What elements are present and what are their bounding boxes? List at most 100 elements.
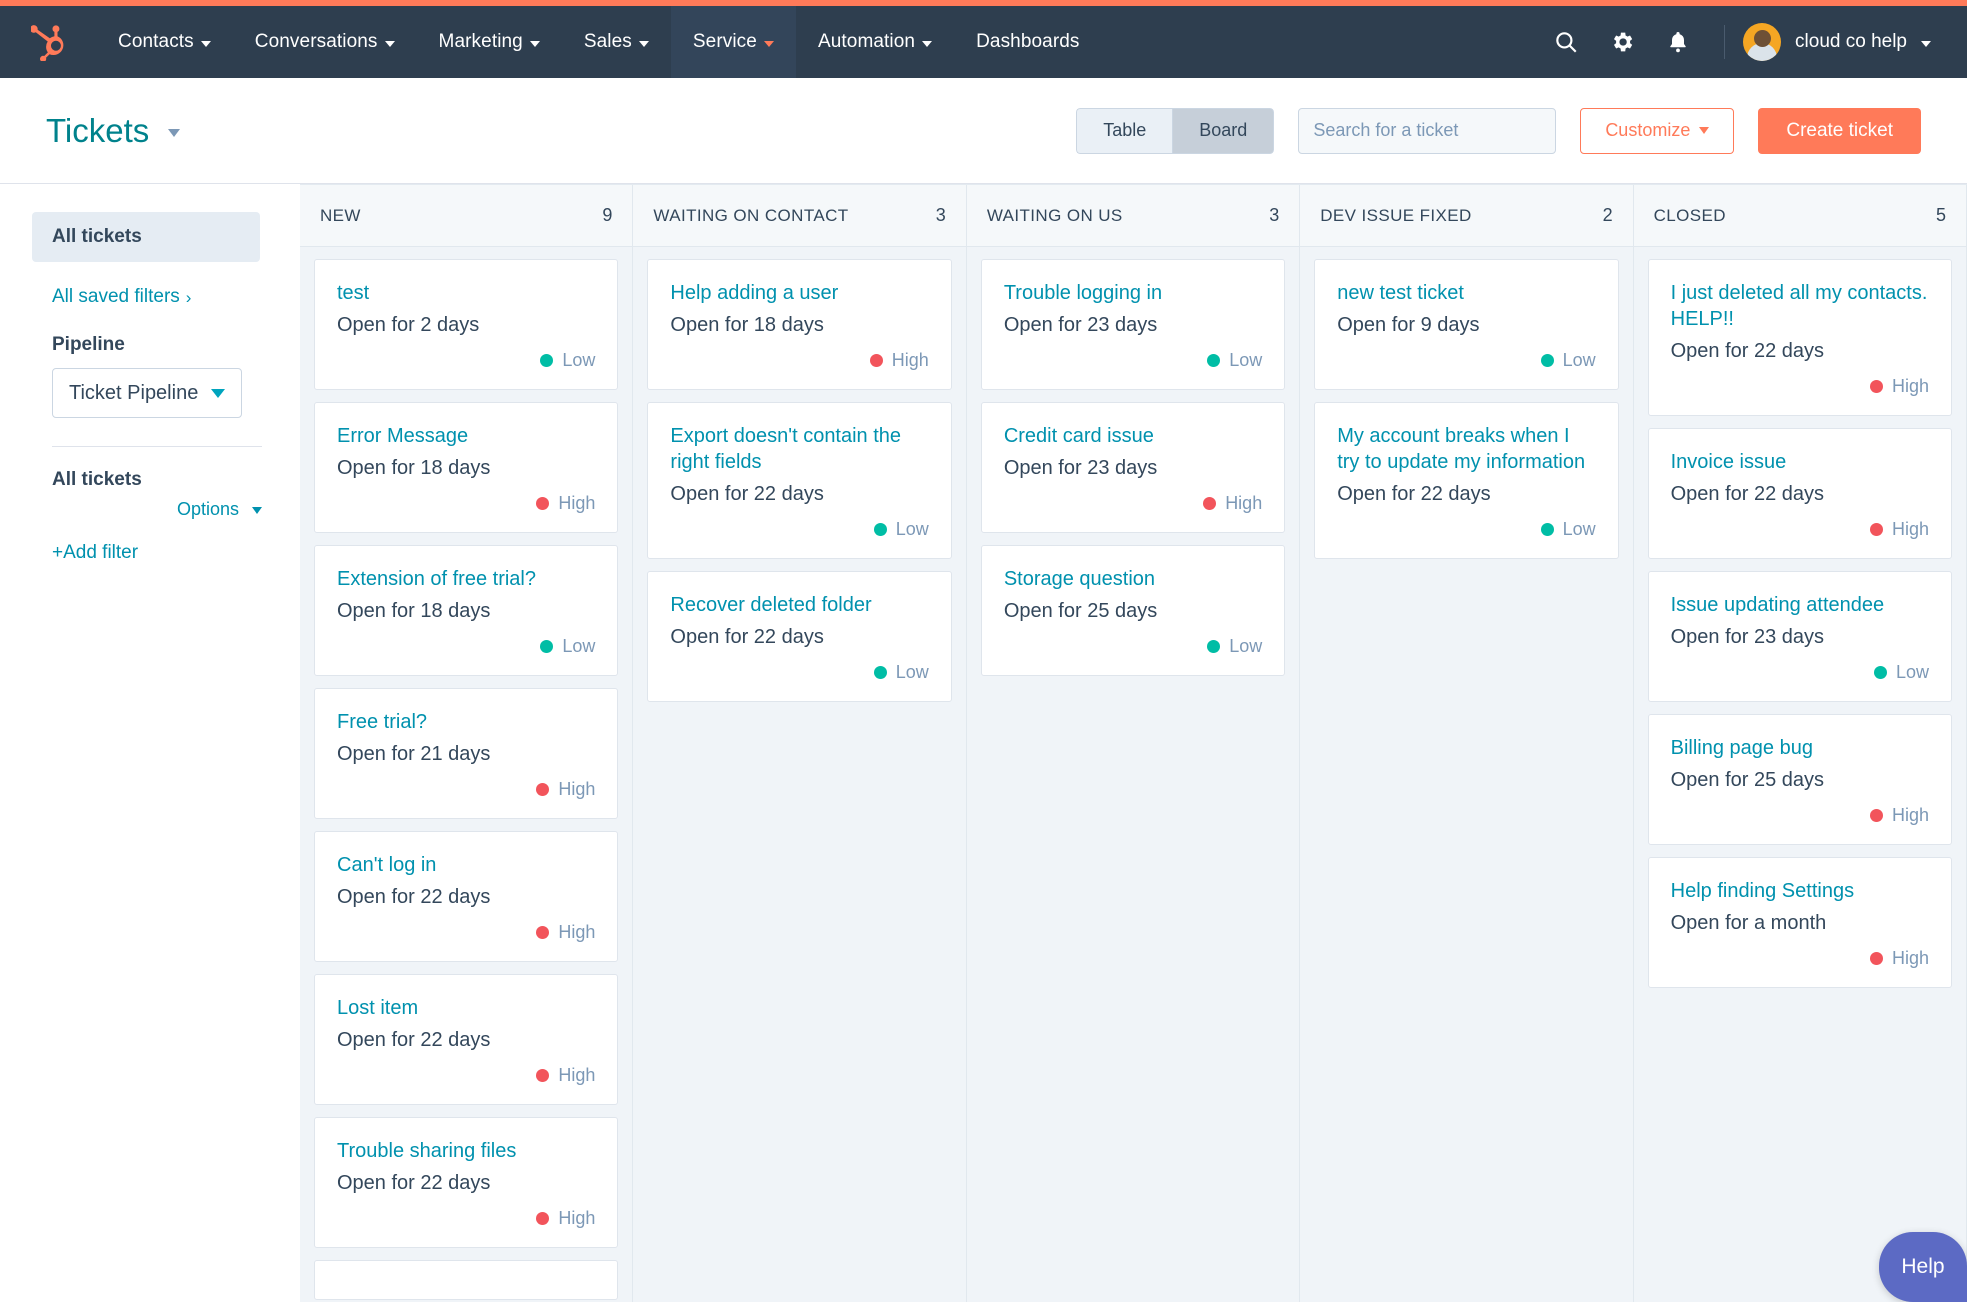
ticket-card[interactable]: Free trial? Open for 21 days High xyxy=(314,688,619,819)
page-body: All tickets All saved filters › Pipeline… xyxy=(0,184,1967,1302)
status-badge: High xyxy=(1004,493,1262,514)
ticket-title[interactable]: My account breaks when I try to update m… xyxy=(1337,423,1595,475)
nav-item-marketing[interactable]: Marketing xyxy=(417,6,562,78)
ticket-card-partial[interactable] xyxy=(314,1260,619,1300)
ticket-age: Open for 22 days xyxy=(1670,483,1825,505)
ticket-card[interactable]: Trouble logging in Open for 23 days Low xyxy=(980,259,1286,390)
ticket-card[interactable]: Recover deleted folder Open for 22 days … xyxy=(647,571,952,702)
priority-dot-icon xyxy=(1203,497,1217,510)
ticket-title[interactable]: new test ticket xyxy=(1337,280,1595,306)
ticket-title[interactable]: Credit card issue xyxy=(1004,423,1262,449)
column-header: WAITING ON US 3 xyxy=(966,185,1300,247)
ticket-card[interactable]: new test ticket Open for 9 days Low xyxy=(1314,259,1619,390)
create-ticket-button[interactable]: Create ticket xyxy=(1758,107,1921,154)
nav-item-automation[interactable]: Automation xyxy=(796,6,954,78)
customize-button[interactable]: Customize xyxy=(1580,107,1735,154)
sidebar: All tickets All saved filters › Pipeline… xyxy=(0,184,300,1302)
ticket-card[interactable]: My account breaks when I try to update m… xyxy=(1314,402,1619,559)
notifications-button[interactable] xyxy=(1650,6,1706,78)
ticket-title[interactable]: Extension of free trial? xyxy=(337,566,595,592)
ticket-card[interactable]: Issue updating attendee Open for 23 days… xyxy=(1647,571,1953,702)
tab-table-view[interactable]: Table xyxy=(1076,107,1173,154)
priority-dot-icon xyxy=(540,354,554,367)
global-search-button[interactable] xyxy=(1538,6,1594,78)
column-count: 9 xyxy=(602,205,613,225)
status-badge: Low xyxy=(1671,662,1929,683)
ticket-title[interactable]: Help adding a user xyxy=(670,280,928,306)
ticket-card[interactable]: Error Message Open for 18 days High xyxy=(314,402,619,533)
sidebar-item-all-tickets[interactable]: All tickets xyxy=(32,212,260,262)
ticket-card[interactable]: I just deleted all my contacts. HELP!! O… xyxy=(1647,259,1953,416)
ticket-card[interactable]: test Open for 2 days Low xyxy=(314,259,619,390)
tickets-board: NEW 9 test Open for 2 days Low Error Mes… xyxy=(300,184,1967,1302)
column-name: CLOSED xyxy=(1653,205,1726,225)
nav-item-conversations[interactable]: Conversations xyxy=(233,6,417,78)
ticket-title[interactable]: Export doesn't contain the right fields xyxy=(670,423,928,475)
status-badge: High xyxy=(1671,805,1929,826)
ticket-age: Open for 21 days xyxy=(337,743,491,765)
column-header: DEV ISSUE FIXED 2 xyxy=(1300,185,1633,247)
ticket-title[interactable]: I just deleted all my contacts. HELP!! xyxy=(1671,280,1929,332)
ticket-card[interactable]: Credit card issue Open for 23 days High xyxy=(980,402,1286,533)
chevron-down-icon xyxy=(529,40,540,47)
nav-item-dashboards[interactable]: Dashboards xyxy=(954,6,1101,78)
ticket-card[interactable]: Export doesn't contain the right fields … xyxy=(647,402,952,559)
status-badge: High xyxy=(337,779,595,800)
status-badge: High xyxy=(670,350,929,371)
ticket-card[interactable]: Help finding Settings Open for a month H… xyxy=(1647,857,1953,988)
ticket-title[interactable]: Recover deleted folder xyxy=(670,592,928,618)
all-saved-filters-link[interactable]: All saved filters › xyxy=(52,286,191,308)
priority-label: Low xyxy=(895,662,929,682)
gear-icon xyxy=(1614,32,1633,52)
ticket-age: Open for 22 days xyxy=(1337,483,1491,505)
column-count: 5 xyxy=(1936,205,1947,225)
ticket-title[interactable]: Free trial? xyxy=(337,709,595,735)
ticket-age: Open for 22 days xyxy=(670,483,824,505)
nav-item-service[interactable]: Service xyxy=(670,6,796,78)
ticket-title[interactable]: Trouble sharing files xyxy=(337,1138,595,1164)
ticket-card[interactable]: Trouble sharing files Open for 22 days H… xyxy=(314,1117,619,1248)
ticket-card[interactable]: Invoice issue Open for 22 days High xyxy=(1647,428,1953,559)
ticket-title[interactable]: Lost item xyxy=(337,995,595,1021)
ticket-card[interactable]: Lost item Open for 22 days High xyxy=(314,974,619,1105)
ticket-title[interactable]: Can't log in xyxy=(337,852,595,878)
settings-button[interactable] xyxy=(1594,6,1650,78)
tab-board-view[interactable]: Board xyxy=(1172,107,1275,154)
ticket-card[interactable]: Help adding a user Open for 18 days High xyxy=(647,259,952,390)
ticket-title[interactable]: Storage question xyxy=(1004,566,1262,592)
ticket-age: Open for 22 days xyxy=(337,1029,491,1051)
ticket-title[interactable]: test xyxy=(337,280,595,306)
chevron-down-icon xyxy=(211,388,225,398)
all-saved-filters-label: All saved filters xyxy=(52,286,180,307)
help-widget-button[interactable]: Help xyxy=(1879,1232,1967,1302)
ticket-card[interactable]: Extension of free trial? Open for 18 day… xyxy=(314,545,619,676)
ticket-title[interactable]: Help finding Settings xyxy=(1671,878,1929,904)
pipeline-select[interactable]: Ticket Pipeline xyxy=(52,368,242,418)
ticket-title[interactable]: Issue updating attendee xyxy=(1671,592,1929,618)
customize-label: Customize xyxy=(1605,120,1691,140)
ticket-age: Open for a month xyxy=(1670,912,1827,934)
ticket-title[interactable]: Invoice issue xyxy=(1671,449,1929,475)
column-count: 2 xyxy=(1602,205,1613,225)
add-filter-button[interactable]: +Add filter xyxy=(52,542,300,564)
hubspot-logo-button[interactable] xyxy=(0,6,96,78)
filter-options-menu[interactable]: Options xyxy=(52,499,262,520)
priority-dot-icon xyxy=(536,783,550,796)
board-column-dev-issue-fixed: DEV ISSUE FIXED 2 new test ticket Open f… xyxy=(1300,185,1634,1302)
nav-item-label: Dashboards xyxy=(976,31,1080,52)
ticket-title[interactable]: Trouble logging in xyxy=(1004,280,1262,306)
ticket-card[interactable]: Can't log in Open for 22 days High xyxy=(314,831,619,962)
ticket-title[interactable]: Billing page bug xyxy=(1671,735,1929,761)
search-input[interactable] xyxy=(1313,120,1546,141)
nav-item-contacts[interactable]: Contacts xyxy=(96,6,233,78)
column-cards: Trouble logging in Open for 23 days Low … xyxy=(967,247,1299,1302)
chevron-down-icon xyxy=(168,128,181,137)
ticket-card[interactable]: Storage question Open for 25 days Low xyxy=(980,545,1286,676)
nav-item-sales[interactable]: Sales xyxy=(562,6,671,78)
ticket-title[interactable]: Error Message xyxy=(337,423,595,449)
pipeline-selected-value: Ticket Pipeline xyxy=(69,381,199,404)
page-title-menu[interactable]: Tickets xyxy=(46,112,181,150)
user-account-menu[interactable]: cloud co help xyxy=(1743,23,1931,61)
ticket-search-box[interactable] xyxy=(1298,107,1557,154)
ticket-card[interactable]: Billing page bug Open for 25 days High xyxy=(1647,714,1953,845)
